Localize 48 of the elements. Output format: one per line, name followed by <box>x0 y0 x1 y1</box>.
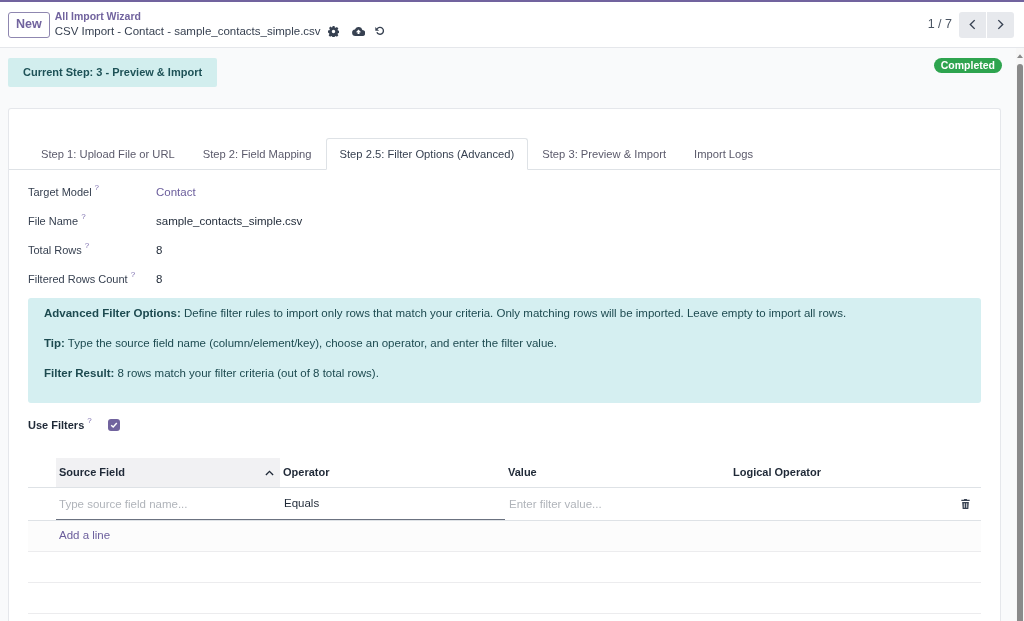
settings-icon[interactable] <box>327 25 339 37</box>
checkbox[interactable] <box>108 419 120 431</box>
help-mark[interactable]: ? <box>87 416 92 425</box>
pager-value: 1 / 7 <box>927 16 952 34</box>
alert-text: Filter Result: 8 rows match your filter criteria (out of 8 total rows). <box>44 366 380 381</box>
column-header[interactable]: Operator <box>280 458 505 487</box>
tab[interactable]: Step 2: Field Mapping <box>188 138 326 170</box>
undo-icon[interactable] <box>374 26 385 36</box>
field-label: Target Model <box>28 185 92 201</box>
operator-select[interactable]: Equals <box>280 488 505 520</box>
help-mark[interactable]: ? <box>81 213 86 222</box>
next-button[interactable] <box>987 11 1014 38</box>
alert-text: Advanced Filter Options: Define filter rules to import only rows that match your criteria. Only matching rows will be imported. Leave empty to import all rows. <box>44 306 848 321</box>
scrollbar-thumb[interactable] <box>1017 64 1023 621</box>
tab[interactable]: Step 1: Upload File or URL <box>27 138 189 170</box>
source-field-input[interactable]: Type source field name... <box>56 488 280 520</box>
chevron-left-icon <box>969 19 976 30</box>
record-title: CSV Import - Contact - sample_contacts_simple.csv <box>54 24 321 39</box>
status-badge: Completed <box>933 58 1002 73</box>
tab[interactable]: Import Logs <box>680 138 768 170</box>
add-line-link[interactable]: Add a line <box>59 527 111 545</box>
current-step-banner: Current Step: 3 - Preview & Import <box>8 58 218 87</box>
breadcrumb-link[interactable]: All Import Wizard <box>54 10 141 23</box>
tab[interactable]: Step 2.5: Filter Options (Advanced) <box>325 138 529 170</box>
field-value: 8 <box>156 242 163 258</box>
new-button[interactable]: New <box>8 11 50 38</box>
column-header[interactable]: Value <box>505 458 730 487</box>
tab[interactable]: Step 3: Preview & Import <box>528 138 681 170</box>
field-value: 8 <box>156 271 163 287</box>
field-value[interactable]: Contact <box>156 183 196 202</box>
column-header[interactable]: Source Field <box>56 458 280 487</box>
trash-icon[interactable] <box>961 499 970 509</box>
chevron-right-icon <box>997 19 1004 30</box>
alert-text: Tip: Type the source field name (column/element/key), choose an operator, and enter the filter value. <box>44 336 558 351</box>
field-label: Use Filters <box>28 417 85 433</box>
value-input[interactable]: Enter filter value... <box>505 488 730 520</box>
cloud-upload-icon[interactable] <box>351 26 365 36</box>
field-label: File Name <box>28 214 79 230</box>
help-mark[interactable]: ? <box>84 242 90 251</box>
caret-up-icon <box>265 469 274 476</box>
field-value: sample_contacts_simple.csv <box>156 213 303 229</box>
column-header[interactable]: Logical Operator <box>730 458 950 487</box>
previous-button[interactable] <box>959 11 986 38</box>
help-mark[interactable]: ? <box>130 271 136 280</box>
help-mark[interactable]: ? <box>94 184 100 193</box>
field-label: Total Rows <box>28 243 82 259</box>
field-label: Filtered Rows Count <box>28 272 128 288</box>
scroll-up-arrow-icon[interactable] <box>1017 54 1023 58</box>
